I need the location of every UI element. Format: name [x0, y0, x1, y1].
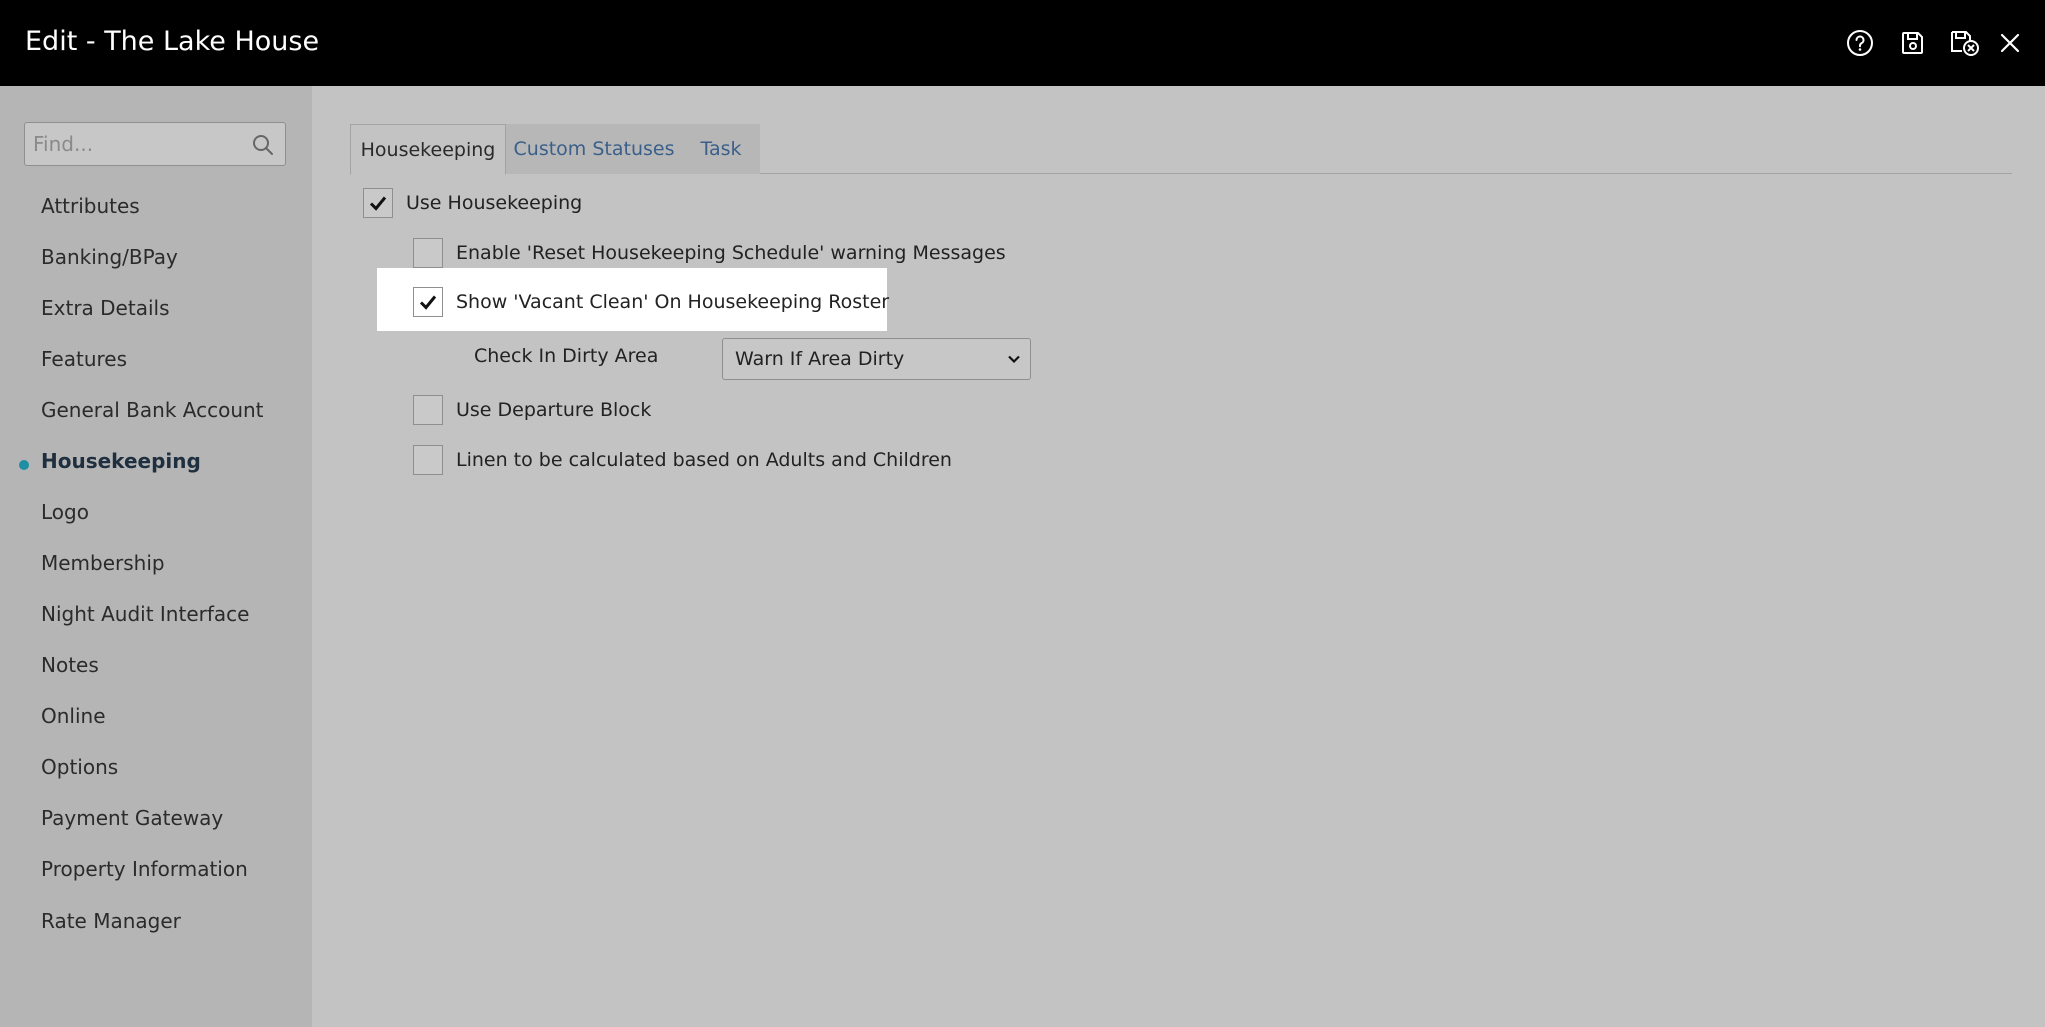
- sidebar-item-online[interactable]: Online: [41, 696, 106, 736]
- help-icon[interactable]: [1843, 26, 1877, 60]
- title-bar: Edit - The Lake House: [0, 0, 2045, 86]
- check-in-dirty-label: Check In Dirty Area: [474, 345, 659, 367]
- reset-warning-label: Enable 'Reset Housekeeping Schedule' war…: [456, 242, 1006, 264]
- sidebar-item-payment-gateway[interactable]: Payment Gateway: [41, 798, 223, 838]
- search-icon[interactable]: [251, 133, 275, 157]
- reset-warning-checkbox[interactable]: [413, 238, 443, 268]
- sidebar-item-notes[interactable]: Notes: [41, 645, 99, 685]
- search-box: [24, 122, 286, 166]
- sidebar-item-general-bank-account[interactable]: General Bank Account: [41, 390, 264, 430]
- sidebar-item-features[interactable]: Features: [41, 339, 127, 379]
- departure-block-label: Use Departure Block: [456, 399, 652, 421]
- check-in-dirty-value: Warn If Area Dirty: [735, 348, 905, 370]
- sidebar-item-banking-bpay[interactable]: Banking/BPay: [41, 237, 178, 277]
- check-in-dirty-select[interactable]: Warn If Area Dirty: [722, 338, 1031, 380]
- search-input[interactable]: [25, 123, 240, 165]
- chevron-down-icon: [1008, 355, 1020, 364]
- save-icon[interactable]: [1896, 26, 1930, 60]
- active-indicator-dot: [19, 460, 29, 470]
- sidebar-item-attributes[interactable]: Attributes: [41, 186, 140, 226]
- sidebar-item-property-information[interactable]: Property Information: [41, 849, 248, 889]
- sidebar-item-membership[interactable]: Membership: [41, 543, 165, 583]
- vacant-clean-label: Show 'Vacant Clean' On Housekeeping Rost…: [456, 291, 890, 313]
- use-housekeeping-checkbox[interactable]: [363, 188, 393, 218]
- tab-housekeeping[interactable]: Housekeeping: [350, 124, 506, 175]
- tab-custom-statuses[interactable]: Custom Statuses: [506, 124, 682, 174]
- linen-calc-checkbox[interactable]: [413, 445, 443, 475]
- check-icon: [419, 295, 437, 310]
- sidebar-item-night-audit-interface[interactable]: Night Audit Interface: [41, 594, 249, 634]
- sidebar: Attributes Banking/BPay Extra Details Fe…: [0, 86, 312, 1027]
- sidebar-item-housekeeping[interactable]: Housekeeping: [41, 441, 201, 481]
- check-icon: [369, 196, 387, 211]
- save-close-icon[interactable]: [1948, 26, 1982, 60]
- vacant-clean-checkbox[interactable]: [413, 287, 443, 317]
- window-title: Edit - The Lake House: [25, 26, 320, 57]
- departure-block-checkbox[interactable]: [413, 395, 443, 425]
- main-panel: Housekeeping Custom Statuses Task Use Ho…: [312, 86, 2045, 1027]
- close-icon[interactable]: [1993, 26, 2027, 60]
- linen-calc-label: Linen to be calculated based on Adults a…: [456, 449, 952, 471]
- use-housekeeping-label: Use Housekeeping: [406, 192, 583, 214]
- sidebar-item-logo[interactable]: Logo: [41, 492, 89, 532]
- sidebar-item-options[interactable]: Options: [41, 747, 118, 787]
- sidebar-item-extra-details[interactable]: Extra Details: [41, 288, 170, 328]
- sidebar-item-rate-manager[interactable]: Rate Manager: [41, 901, 181, 941]
- tab-task[interactable]: Task: [682, 124, 760, 174]
